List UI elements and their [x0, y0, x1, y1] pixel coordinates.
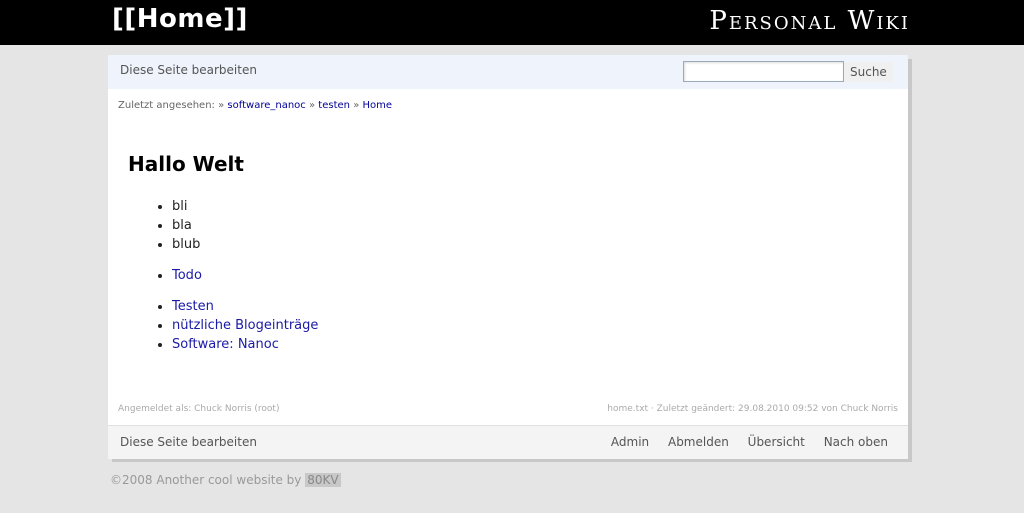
list-item: nützliche Blogeinträge — [172, 316, 318, 335]
search-button[interactable]: Suche — [844, 62, 893, 82]
bullet-list-todo: Todo — [152, 266, 202, 285]
edit-page-button-top[interactable]: Diese Seite bearbeiten — [120, 63, 257, 77]
bottom-links: Admin Abmelden Übersicht Nach oben — [596, 435, 888, 449]
list-item: Software: Nanoc — [172, 335, 318, 354]
list-item: blub — [172, 235, 200, 254]
bullet-list-links: Testen nützliche Blogeinträge Software: … — [152, 297, 318, 354]
page-title: Hallo Welt — [128, 152, 244, 176]
home-link[interactable]: [[Home]] — [112, 4, 248, 34]
footer-badge[interactable]: 80KV — [305, 473, 341, 487]
logout-link[interactable]: Abmelden — [668, 435, 729, 449]
site-title: Personal Wiki — [709, 6, 910, 36]
bullet-list-plain: bli bla blub — [152, 197, 200, 254]
page-container: Diese Seite bearbeiten Suche Zuletzt ang… — [108, 55, 908, 459]
breadcrumb-item-software-nanoc[interactable]: software_nanoc — [227, 100, 305, 111]
search-input[interactable] — [683, 61, 844, 82]
logged-in-info: Angemeldet als: Chuck Norris (root) — [118, 404, 280, 414]
link-todo[interactable]: Todo — [172, 268, 202, 283]
breadcrumb: Zuletzt angesehen: » software_nanoc » te… — [118, 100, 392, 111]
admin-link[interactable]: Admin — [611, 435, 649, 449]
link-software-nanoc[interactable]: Software: Nanoc — [172, 337, 279, 352]
footer-text: ©2008 Another cool website by — [110, 473, 302, 487]
top-toolbar: Diese Seite bearbeiten Suche — [108, 55, 908, 89]
breadcrumb-prefix: Zuletzt angesehen: — [118, 100, 215, 111]
breadcrumb-item-home[interactable]: Home — [363, 100, 393, 111]
bottom-toolbar: Diese Seite bearbeiten Admin Abmelden Üb… — [108, 425, 908, 459]
sitemap-link[interactable]: Übersicht — [748, 435, 805, 449]
edit-page-button-bottom[interactable]: Diese Seite bearbeiten — [120, 435, 257, 449]
back-to-top-link[interactable]: Nach oben — [824, 435, 888, 449]
link-testen[interactable]: Testen — [172, 299, 214, 314]
breadcrumb-separator: » — [308, 100, 316, 111]
breadcrumb-separator: » — [218, 100, 225, 111]
breadcrumb-item-testen[interactable]: testen — [318, 100, 350, 111]
list-item: Testen — [172, 297, 318, 316]
list-item: bla — [172, 216, 200, 235]
file-info: home.txt · Zuletzt geändert: 29.08.2010 … — [607, 404, 898, 414]
list-item: bli — [172, 197, 200, 216]
top-header-bar: [[Home]] Personal Wiki — [0, 0, 1024, 45]
list-item: Todo — [172, 266, 202, 285]
footer: ©2008 Another cool website by 80KV — [110, 473, 341, 487]
breadcrumb-separator: » — [353, 100, 360, 111]
link-blogeintraege[interactable]: nützliche Blogeinträge — [172, 318, 318, 333]
